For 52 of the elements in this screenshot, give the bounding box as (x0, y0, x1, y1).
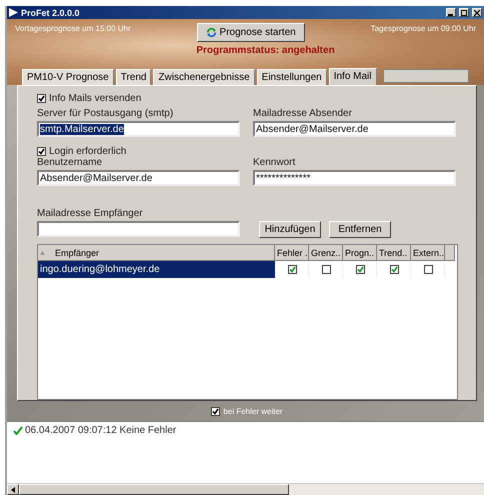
checkbox[interactable] (37, 147, 46, 156)
tab[interactable]: Einstellungen (256, 69, 327, 85)
field-label: Server für Postausgang (smtp) (37, 108, 174, 119)
add-button[interactable]: Hinzufügen (259, 221, 321, 238)
input-field[interactable]: Absender@Mailserver.de (37, 170, 240, 186)
schedule-note: Vortagesprognose um 15:00 Uhr (15, 24, 131, 33)
checkbox[interactable] (424, 265, 433, 274)
column-header[interactable]: Fehler .. (275, 245, 309, 261)
checkbox[interactable] (390, 265, 399, 274)
input-field[interactable]: smtp.Mailserver.de (37, 121, 240, 137)
checkbox-label: bei Fehler weiter (223, 406, 283, 416)
checkbox[interactable] (211, 406, 220, 416)
refresh-icon (206, 27, 217, 38)
start-button[interactable]: Prognose starten (196, 23, 305, 42)
program-status: Programmstatus: angehalten (195, 45, 336, 56)
column-header[interactable]: Progn.. (343, 245, 377, 261)
input-field[interactable] (37, 221, 240, 237)
checkbox[interactable] (356, 265, 365, 274)
horizontal-scrollbar[interactable] (7, 483, 484, 495)
tab[interactable]: PM10-V Prognose (22, 69, 114, 85)
table-cell[interactable]: ingo.duering@lohmeyer.de (38, 261, 275, 278)
left-arrow-icon (11, 486, 15, 492)
checkmark-icon (13, 426, 23, 435)
sort-icon (40, 250, 45, 254)
column-header[interactable]: Extern.. (411, 245, 445, 261)
checkbox-label: Login erforderlich (49, 146, 126, 157)
column-header[interactable]: Grenz.. (309, 245, 343, 261)
checkbox[interactable] (322, 265, 331, 274)
close-icon (474, 10, 480, 16)
column-header[interactable]: Trend.. (377, 245, 411, 261)
field-label: Mailadresse Absender (253, 108, 353, 119)
minimize-button[interactable] (446, 8, 456, 17)
tab[interactable]: Zwischenergebnisse (153, 69, 255, 85)
input-field[interactable]: Absender@Mailserver.de (253, 121, 456, 137)
checkbox[interactable] (288, 265, 297, 274)
checkbox-label: Info Mails versenden (49, 93, 142, 104)
window-title: ProFet 2.0.0.0 (21, 8, 81, 18)
field-label: Kennwort (253, 157, 296, 168)
tab[interactable]: Info Mail (328, 68, 376, 85)
remove-button[interactable]: Entfernen (329, 221, 391, 238)
schedule-note: Tagesprognose um 09:00 Uhr (370, 24, 476, 33)
field-label: Mailadresse Empfänger (37, 208, 144, 219)
tab[interactable]: Trend (116, 69, 152, 85)
log-entry: 06.04.2007 09:07:12 Keine Fehler (25, 425, 176, 436)
maximize-button[interactable] (459, 8, 469, 17)
close-button[interactable] (472, 8, 482, 17)
app-icon (9, 8, 18, 17)
checkbox[interactable] (37, 94, 46, 103)
column-header[interactable]: Empfänger (38, 245, 275, 261)
field-label: Benutzername (37, 157, 104, 168)
input-field[interactable]: ************** (253, 170, 456, 186)
maximize-icon (461, 10, 467, 16)
